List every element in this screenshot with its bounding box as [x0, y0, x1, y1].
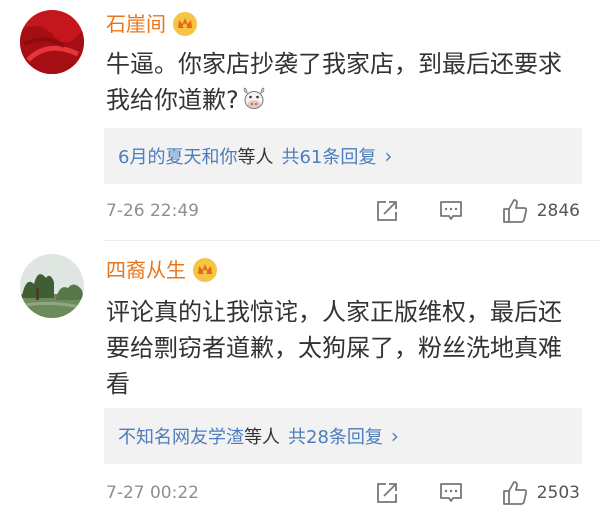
- comment-text: 评论真的让我惊诧，人家正版维权，最后还要给剽窃者道歉，太狗屎了，粉丝洗地真难看: [106, 298, 562, 398]
- cow-face-emoji-icon: [241, 86, 267, 112]
- share-icon[interactable]: [373, 197, 401, 225]
- reply-icon[interactable]: [437, 197, 465, 225]
- chevron-right-icon: ›: [384, 144, 393, 168]
- comment-item: 石崖间 牛逼。你家店抄袭了我家店，到最后还要求我给你道歉? 6月的夏天和你 等人共…: [0, 0, 600, 240]
- share-icon[interactable]: [373, 479, 401, 507]
- comment-actions: 2846: [373, 196, 580, 226]
- timestamp: 7-26 22:49: [106, 201, 199, 221]
- thumbs-up-icon[interactable]: [501, 479, 529, 507]
- username[interactable]: 石崖间: [106, 10, 166, 38]
- chevron-right-icon: ›: [390, 424, 399, 448]
- avatar[interactable]: [20, 254, 84, 318]
- comment-divider: [104, 240, 600, 241]
- comment-meta: 7-26 22:49 2846: [106, 196, 580, 226]
- vip-crown-badge-icon: [172, 11, 198, 37]
- vip-crown-badge-icon: [192, 257, 218, 283]
- timestamp: 7-27 00:22: [106, 483, 199, 503]
- like-count: 2503: [536, 483, 580, 503]
- comment-text: 牛逼。你家店抄袭了我家店，到最后还要求我给你道歉?: [106, 50, 562, 114]
- reply-suffix: 等人: [237, 147, 274, 168]
- reply-users-link[interactable]: 不知名网友学渣: [118, 423, 244, 449]
- comment-actions: 2503: [373, 478, 580, 508]
- name-row: 四裔从生: [106, 256, 218, 284]
- reply-count[interactable]: 共28条回复: [288, 423, 383, 449]
- reply-suffix: 等人: [244, 427, 280, 448]
- reply-count[interactable]: 共61条回复: [281, 143, 376, 169]
- comment-meta: 7-27 00:22 2503: [106, 478, 580, 508]
- reply-summary[interactable]: 6月的夏天和你 等人 共61条回复 ›: [104, 128, 582, 184]
- username[interactable]: 四裔从生: [106, 256, 186, 284]
- name-row: 石崖间: [106, 10, 198, 38]
- comment-item: 四裔从生 评论真的让我惊诧，人家正版维权，最后还要给剽窃者道歉，太狗屎了，粉丝洗…: [0, 242, 600, 514]
- avatar[interactable]: [20, 10, 84, 74]
- reply-users-link[interactable]: 6月的夏天和你: [118, 143, 237, 169]
- thumbs-up-icon[interactable]: [501, 197, 529, 225]
- reply-summary[interactable]: 不知名网友学渣 等人 共28条回复 ›: [104, 408, 582, 464]
- reply-icon[interactable]: [437, 479, 465, 507]
- like-count: 2846: [536, 201, 580, 221]
